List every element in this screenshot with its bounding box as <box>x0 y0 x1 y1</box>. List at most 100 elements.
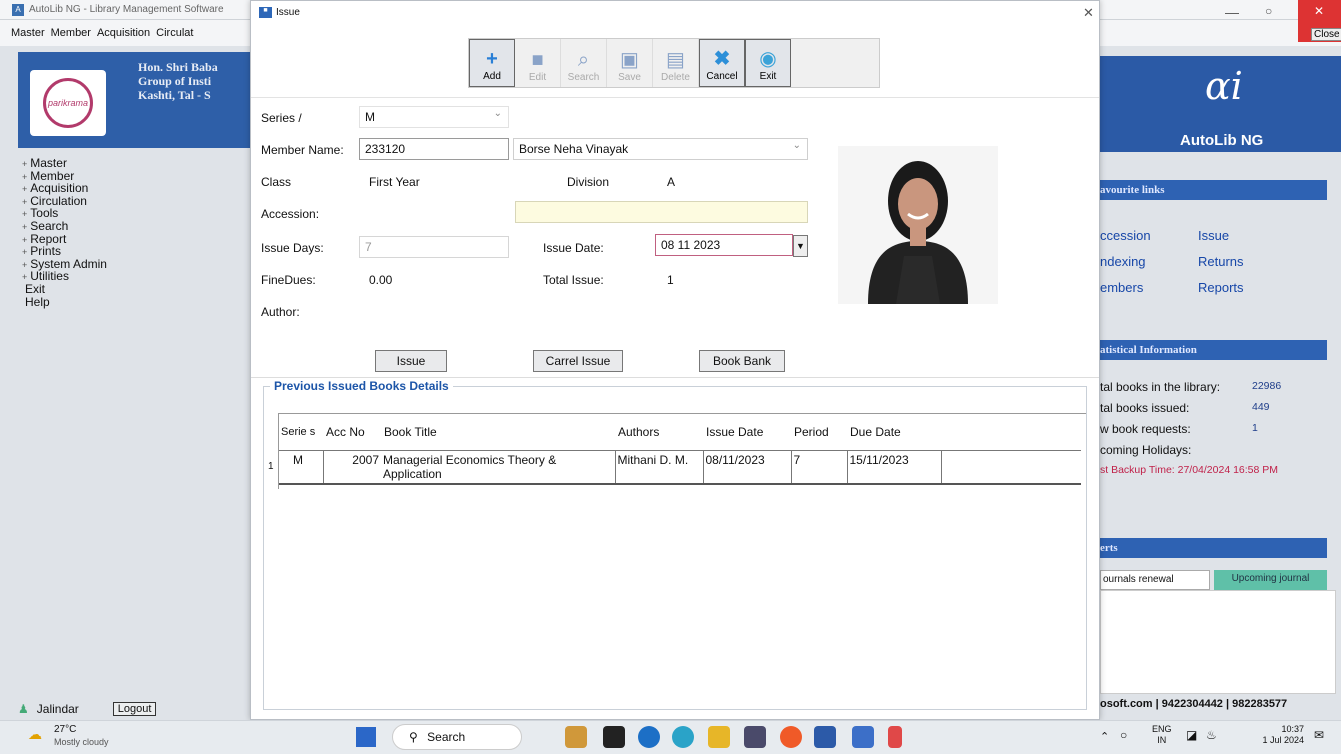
book-bank-button[interactable]: Book Bank <box>699 350 785 372</box>
window-close-button[interactable]: ✕ Close <box>1298 0 1341 42</box>
save-button[interactable]: ▣ Save <box>607 39 653 87</box>
col-issue-date[interactable]: Issue Date <box>703 414 791 450</box>
weather-temp[interactable]: 27°C <box>54 724 76 735</box>
region-code: IN <box>1157 735 1167 745</box>
weather-desc: Mostly cloudy <box>54 737 109 747</box>
brand-name: AutoLib NG <box>1180 132 1264 149</box>
volume-icon[interactable]: ♨ <box>1206 728 1217 742</box>
stat-row: tal books in the library: 22986 <box>1100 380 1341 401</box>
issue-button[interactable]: Issue <box>375 350 447 372</box>
total-issue-label: Total Issue: <box>543 273 604 287</box>
institute-line-3: Kashti, Tal - S <box>138 88 211 102</box>
taskbar-search[interactable]: ⚲ Search <box>392 724 522 750</box>
chrome-icon[interactable] <box>780 726 802 748</box>
app-icon-4[interactable] <box>814 726 836 748</box>
institute-line-2: Group of Insti <box>138 74 212 88</box>
add-button[interactable]: + Add <box>469 39 515 87</box>
series-select[interactable]: M <box>359 106 509 128</box>
link-issue[interactable]: Issue <box>1198 228 1229 243</box>
minimize-icon[interactable]: — <box>1225 4 1239 20</box>
menu-circulation[interactable]: Circulat <box>156 27 193 39</box>
accession-field[interactable] <box>515 201 808 223</box>
autolib-taskbar-icon[interactable] <box>852 726 874 748</box>
delete-label: Delete <box>661 72 690 83</box>
institute-line-1: Hon. Shri Baba <box>138 60 218 74</box>
issue-date-field[interactable]: 08 11 2023 <box>655 234 793 256</box>
stat-row: tal books issued: 449 <box>1100 401 1341 422</box>
member-name-select[interactable]: Borse Neha Vinayak <box>513 138 808 160</box>
tree-expand-icon[interactable]: + <box>22 159 27 169</box>
tree-item-exit[interactable]: Exit <box>22 283 248 297</box>
tree-expand-icon[interactable]: + <box>22 172 27 182</box>
cell-issue-date: 08/11/2023 <box>702 449 791 485</box>
previous-issues-table: Serie s Acc No Book Title Authors Issue … <box>268 413 1086 489</box>
autolib-logo-icon: αi <box>1205 64 1243 108</box>
edit-button[interactable]: ■ Edit <box>515 39 561 87</box>
wifi-icon[interactable]: ◪ <box>1186 728 1197 742</box>
dialog-close-icon[interactable]: ✕ <box>1083 5 1094 21</box>
maximize-icon[interactable]: ○ <box>1265 4 1272 18</box>
table-row[interactable]: 1 M 2007 Managerial Economics Theory & A… <box>268 449 1081 485</box>
store-icon[interactable] <box>744 726 766 748</box>
network-icon[interactable]: ○ <box>1120 728 1127 742</box>
member-id-field[interactable]: 233120 <box>359 138 509 160</box>
issue-days-field[interactable]: 7 <box>359 236 509 258</box>
link-accession[interactable]: ccession <box>1100 228 1198 243</box>
col-series[interactable]: Serie s <box>279 414 323 450</box>
tree-expand-icon[interactable]: + <box>22 184 27 194</box>
col-authors[interactable]: Authors <box>615 414 703 450</box>
stat-row: w book requests: 1 <box>1100 422 1341 443</box>
file-explorer-icon[interactable] <box>708 726 730 748</box>
search-button[interactable]: ⌕ Search <box>561 39 607 87</box>
app-title: AutoLib NG - Library Management Software <box>29 4 224 15</box>
menu-master[interactable]: Master <box>11 27 45 39</box>
tree-expand-icon[interactable]: + <box>22 247 27 257</box>
tree-expand-icon[interactable]: + <box>22 260 27 270</box>
navigation-tree: + Master + Member + Acquisition + Circulation + T… <box>22 157 248 310</box>
start-icon[interactable] <box>356 727 376 747</box>
exit-button[interactable]: ◉ Exit <box>745 39 791 87</box>
class-label: Class <box>261 175 292 189</box>
link-indexing[interactable]: ndexing <box>1100 254 1198 269</box>
app-icon-5[interactable] <box>888 726 902 748</box>
app-icon-3[interactable] <box>638 726 660 748</box>
dialog-toolbar: + Add ■ Edit ⌕ Search ▣ Save ▤ Delete ✖ Cancel ◉ Exit <box>468 38 880 88</box>
tray-chevron-icon[interactable]: ⌃ <box>1100 730 1109 743</box>
clock[interactable]: 10:37 1 Jul 2024 <box>1244 724 1304 746</box>
menu-acquisition[interactable]: Acquisition <box>97 27 150 39</box>
cancel-button[interactable]: ✖ Cancel <box>699 39 745 87</box>
tree-item-utilities[interactable]: + Utilities <box>22 270 248 284</box>
tree-expand-icon[interactable]: + <box>22 209 27 219</box>
tree-expand-icon[interactable]: + <box>22 197 27 207</box>
cell-book-title: Managerial Economics Theory & Applicatio… <box>381 449 615 485</box>
series-value: M <box>293 452 303 467</box>
cell-period: 7 <box>790 449 847 485</box>
link-reports[interactable]: Reports <box>1198 280 1244 295</box>
tree-item-help[interactable]: Help <box>22 296 248 310</box>
tree-expand-icon[interactable]: + <box>22 272 27 282</box>
language-indicator[interactable]: ENG IN <box>1152 724 1172 746</box>
link-members[interactable]: embers <box>1100 280 1198 295</box>
menu-member[interactable]: Member <box>51 27 91 39</box>
col-acc-no[interactable]: Acc No <box>323 414 381 450</box>
delete-button[interactable]: ▤ Delete <box>653 39 699 87</box>
notification-icon[interactable]: ✉ <box>1314 728 1324 742</box>
row-number: 1 <box>268 460 274 472</box>
app-icon-1[interactable] <box>565 726 587 748</box>
institute-logo: parikrama <box>30 70 106 136</box>
language-code: ENG <box>1152 724 1172 734</box>
edge-icon[interactable] <box>672 726 694 748</box>
link-returns[interactable]: Returns <box>1198 254 1244 269</box>
tree-expand-icon[interactable]: + <box>22 235 27 245</box>
tree-expand-icon[interactable]: + <box>22 222 27 232</box>
status-bar: ♟ Jalindar Logout <box>18 700 250 718</box>
tab-upcoming-journal[interactable]: Upcoming journal <box>1214 570 1327 590</box>
col-due-date[interactable]: Due Date <box>847 414 941 450</box>
col-period[interactable]: Period <box>791 414 847 450</box>
tab-journals-renewal[interactable]: ournals renewal <box>1100 570 1210 590</box>
app-icon-2[interactable] <box>603 726 625 748</box>
logout-button[interactable]: Logout <box>112 702 157 716</box>
date-picker-button[interactable]: ▼ <box>793 235 808 257</box>
col-book-title[interactable]: Book Title <box>381 414 615 450</box>
carrel-issue-button[interactable]: Carrel Issue <box>533 350 623 372</box>
